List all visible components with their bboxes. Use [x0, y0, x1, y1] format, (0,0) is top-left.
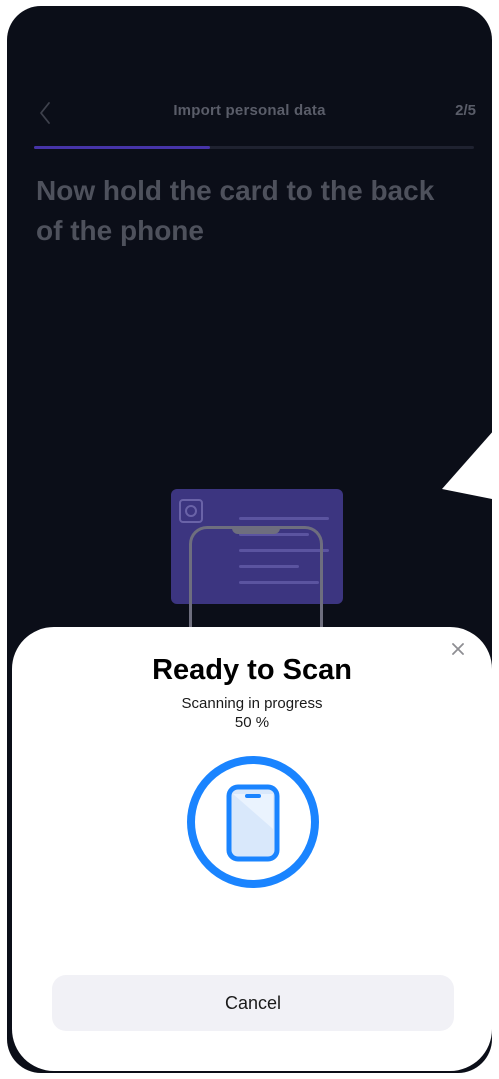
scan-status-text: Scanning in progress [181, 695, 323, 712]
progress-bar [34, 146, 474, 149]
phone-in-circle-icon [187, 756, 319, 888]
scan-percent-text: 50 % [234, 714, 270, 731]
scan-sheet: Ready to Scan Scanning in progress 50 % … [12, 627, 492, 1071]
card-line [239, 517, 329, 520]
step-indicator: 2/5 [455, 102, 476, 119]
phone-notch [232, 526, 280, 534]
progress-fill [34, 146, 210, 149]
device-frame: Import personal data 2/5 Now hold the ca… [0, 0, 499, 1079]
speech-bubble-tail [442, 432, 492, 499]
page-title: Import personal data [173, 102, 326, 119]
card-chip-icon [179, 499, 203, 523]
instruction-headline: Now hold the card to the back of the pho… [36, 175, 435, 246]
cancel-button[interactable]: Cancel [52, 975, 454, 1031]
sheet-title: Ready to Scan [152, 654, 352, 686]
